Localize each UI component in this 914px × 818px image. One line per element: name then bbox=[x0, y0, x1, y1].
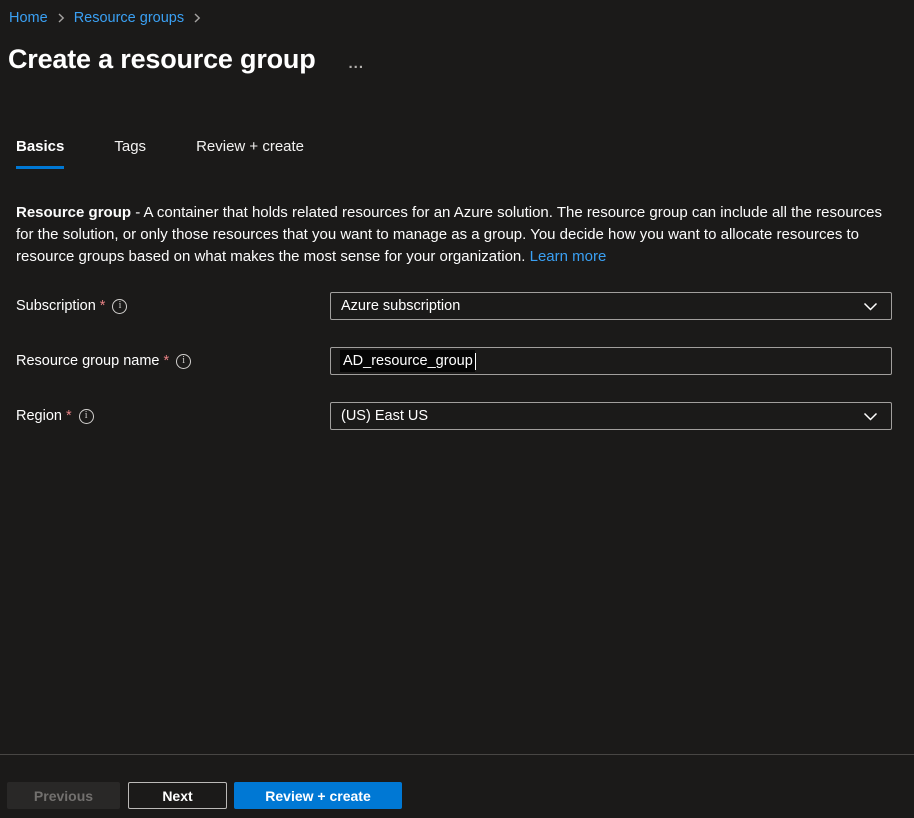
subscription-label: Subscription * i bbox=[16, 292, 127, 320]
title-row: Create a resource group ... bbox=[8, 44, 364, 75]
text-cursor bbox=[475, 353, 476, 370]
tab-basics[interactable]: Basics bbox=[16, 138, 64, 169]
required-asterisk: * bbox=[100, 298, 106, 314]
breadcrumb: Home Resource groups bbox=[9, 10, 210, 26]
region-label: Region * i bbox=[16, 402, 94, 430]
info-icon[interactable]: i bbox=[112, 299, 127, 314]
next-button[interactable]: Next bbox=[128, 782, 227, 809]
resource-group-name-value: AD_resource_group bbox=[340, 350, 475, 372]
resource-group-name-label: Resource group name * i bbox=[16, 347, 191, 375]
chevron-down-icon bbox=[863, 412, 878, 422]
required-asterisk: * bbox=[66, 408, 72, 424]
info-icon[interactable]: i bbox=[79, 409, 94, 424]
resource-group-name-row: Resource group name * i AD_resource_grou… bbox=[0, 347, 914, 375]
create-resource-group-page: Home Resource groups Create a resource g… bbox=[0, 0, 914, 818]
resource-group-description: Resource group - A container that holds … bbox=[16, 202, 884, 268]
description-lead: Resource group bbox=[16, 204, 131, 221]
tab-tags[interactable]: Tags bbox=[114, 138, 146, 169]
description-body: - A container that holds related resourc… bbox=[16, 204, 882, 265]
region-row: Region * i (US) East US bbox=[0, 402, 914, 430]
region-value: (US) East US bbox=[331, 408, 428, 424]
footer-button-bar: Previous Next Review + create bbox=[0, 782, 914, 809]
breadcrumb-resource-groups-link[interactable]: Resource groups bbox=[74, 10, 184, 26]
more-options-button[interactable]: ... bbox=[349, 56, 365, 71]
page-title: Create a resource group bbox=[8, 44, 316, 75]
region-dropdown[interactable]: (US) East US bbox=[330, 402, 892, 430]
footer-divider bbox=[0, 754, 914, 755]
required-asterisk: * bbox=[163, 353, 169, 369]
info-icon[interactable]: i bbox=[176, 354, 191, 369]
chevron-down-icon bbox=[863, 302, 878, 312]
subscription-dropdown[interactable]: Azure subscription bbox=[330, 292, 892, 320]
learn-more-link[interactable]: Learn more bbox=[530, 248, 607, 265]
tab-strip: Basics Tags Review + create bbox=[16, 138, 304, 169]
breadcrumb-home-link[interactable]: Home bbox=[9, 10, 48, 26]
subscription-value: Azure subscription bbox=[331, 298, 460, 314]
previous-button[interactable]: Previous bbox=[7, 782, 120, 809]
chevron-right-icon bbox=[192, 12, 202, 24]
chevron-right-icon bbox=[56, 12, 66, 24]
resource-group-name-input[interactable]: AD_resource_group bbox=[330, 347, 892, 375]
tab-review-create[interactable]: Review + create bbox=[196, 138, 304, 169]
review-create-button[interactable]: Review + create bbox=[234, 782, 402, 809]
subscription-row: Subscription * i Azure subscription bbox=[0, 292, 914, 320]
